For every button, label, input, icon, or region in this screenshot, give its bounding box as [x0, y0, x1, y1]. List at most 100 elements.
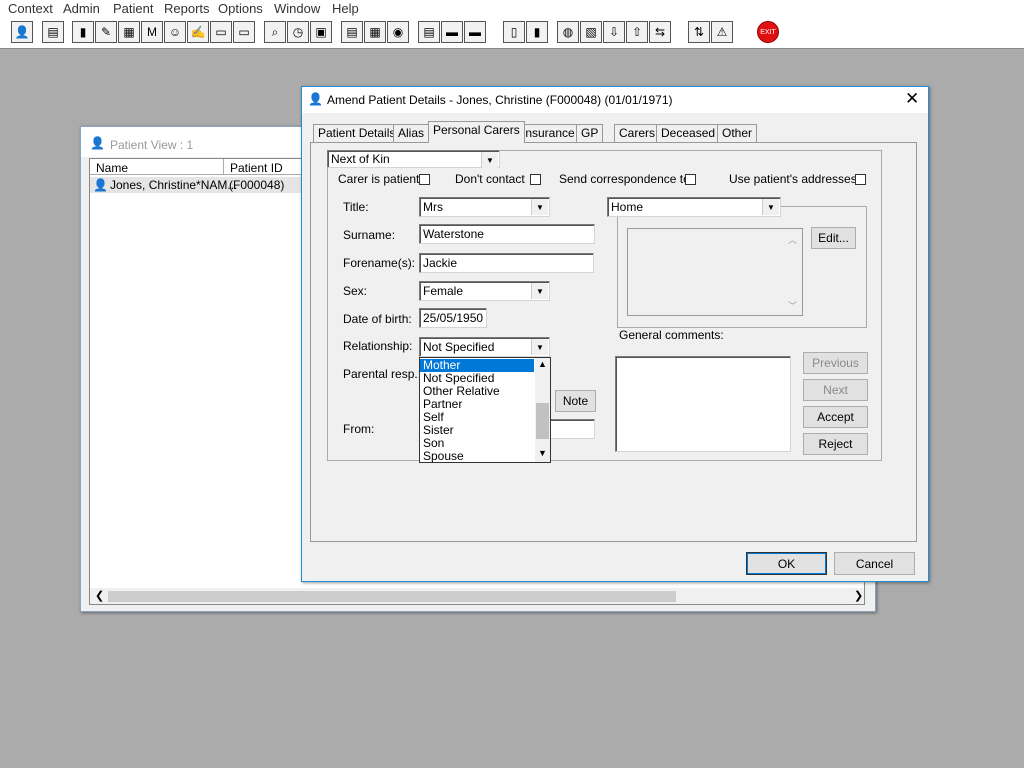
- scroll-left-icon[interactable]: ❮: [95, 589, 104, 602]
- title-select[interactable]: Mrs ▼: [419, 197, 550, 217]
- export-icon[interactable]: ▧: [580, 21, 602, 43]
- previous-button[interactable]: Previous: [803, 352, 868, 374]
- menu-admin[interactable]: Admin: [63, 1, 100, 16]
- dob-label: Date of birth:: [343, 312, 412, 326]
- surname-field[interactable]: Waterstone: [419, 224, 595, 244]
- printer-icon[interactable]: ▤: [42, 21, 64, 43]
- table-row[interactable]: 👤 Jones, Christine*NAM... (F000048): [90, 177, 306, 193]
- address-box: ︿ ﹀: [627, 228, 803, 316]
- globe-icon[interactable]: ◍: [557, 21, 579, 43]
- carer-type-select[interactable]: Next of Kin ▼: [327, 150, 500, 168]
- clock-icon[interactable]: ◷: [287, 21, 309, 43]
- patient-row-icon: 👤: [93, 178, 108, 192]
- tab-patient-details[interactable]: Patient Details: [313, 124, 401, 142]
- note-button[interactable]: Note: [555, 390, 596, 412]
- notes-icon[interactable]: ✎: [95, 21, 117, 43]
- relationship-select[interactable]: Not Specified ▼: [419, 337, 550, 357]
- ambulance-icon[interactable]: ▬: [441, 21, 463, 43]
- warning-icon[interactable]: ⚠: [711, 21, 733, 43]
- horizontal-scrollbar[interactable]: ❮ ❯: [90, 588, 864, 604]
- close-icon[interactable]: ✕: [905, 89, 919, 109]
- chevron-down-icon: ▼: [531, 199, 548, 215]
- globe-check-icon[interactable]: ◉: [387, 21, 409, 43]
- mail-icon[interactable]: M: [141, 21, 163, 43]
- edit-address-button[interactable]: Edit...: [811, 227, 856, 249]
- reject-button[interactable]: Reject: [803, 433, 868, 455]
- chevron-down-icon: ▼: [531, 339, 548, 355]
- surname-label: Surname:: [343, 228, 396, 242]
- tab-other[interactable]: Other: [717, 124, 758, 142]
- menu-window[interactable]: Window: [274, 1, 320, 16]
- column-header-name[interactable]: Name: [90, 159, 224, 175]
- from-label: From:: [343, 422, 375, 436]
- chevron-down-icon[interactable]: ﹀: [788, 299, 797, 312]
- scrollbar-thumb[interactable]: [108, 591, 676, 602]
- forename-field[interactable]: Jackie: [419, 253, 594, 273]
- next-button[interactable]: Next: [803, 379, 868, 401]
- chevron-up-icon[interactable]: ︿: [788, 233, 797, 246]
- edit-icon[interactable]: ▦: [118, 21, 140, 43]
- use-patient-addresses-label: Use patient's addresses: [729, 172, 857, 186]
- toolbar: 👤 ▤ ▮ ✎ ▦ M ☺ ✍ ▭ ▭ ⌕ ◷ ▣ ▤ ▦ ◉ ▤ ▬ ▬ ▯ …: [0, 18, 1024, 49]
- transfer-alt-icon[interactable]: ⇅: [688, 21, 710, 43]
- id-card-icon[interactable]: ▤: [341, 21, 363, 43]
- tab-personal-carers[interactable]: Personal Carers: [428, 121, 525, 143]
- tab-insurance[interactable]: Insurance: [517, 124, 580, 142]
- send-correspondence-label: Send correspondence to: [559, 172, 690, 186]
- menu-options[interactable]: Options: [218, 1, 263, 16]
- calendar-icon[interactable]: ▦: [364, 21, 386, 43]
- download-icon[interactable]: ⇩: [603, 21, 625, 43]
- tab-gp[interactable]: GP: [576, 124, 604, 142]
- dialog-patient-icon: 👤: [308, 92, 323, 106]
- address-type-select[interactable]: Home ▼: [607, 197, 781, 217]
- tab-deceased[interactable]: Deceased: [656, 124, 721, 142]
- use-patient-addresses-checkbox[interactable]: [855, 174, 866, 185]
- menu-reports[interactable]: Reports: [164, 1, 210, 16]
- car-alt-icon[interactable]: ▭: [233, 21, 255, 43]
- relationship-dropdown-list[interactable]: Mother Not Specified Other Relative Part…: [419, 357, 551, 463]
- dob-field[interactable]: 25/05/1950: [419, 308, 487, 328]
- dialog-title: Amend Patient Details - Jones, Christine…: [327, 93, 673, 107]
- parental-resp-label: Parental resp.:: [343, 367, 422, 381]
- tab-alias[interactable]: Alias: [393, 124, 430, 142]
- accept-button[interactable]: Accept: [803, 406, 868, 428]
- dont-contact-checkbox[interactable]: [530, 174, 541, 185]
- ambulance-alt-icon[interactable]: ▬: [464, 21, 486, 43]
- transfer-icon[interactable]: ⇆: [649, 21, 671, 43]
- patient-icon[interactable]: 👤: [11, 21, 33, 43]
- send-correspondence-checkbox[interactable]: [685, 174, 696, 185]
- dont-contact-label: Don't contact: [455, 172, 525, 186]
- upload-icon[interactable]: ⇧: [626, 21, 648, 43]
- chart-icon[interactable]: ▮: [526, 21, 548, 43]
- sex-select[interactable]: Female ▼: [419, 281, 550, 301]
- doctor-icon[interactable]: ☺: [164, 21, 186, 43]
- document-icon[interactable]: ▤: [418, 21, 440, 43]
- monitor-icon[interactable]: ▣: [310, 21, 332, 43]
- relationship-options: Mother Not Specified Other Relative Part…: [420, 359, 534, 463]
- chevron-down-icon: ▼: [531, 283, 548, 299]
- tab-carers[interactable]: Carers: [614, 124, 661, 142]
- car-icon[interactable]: ▭: [210, 21, 232, 43]
- scroll-right-icon[interactable]: ❯: [854, 589, 863, 602]
- patient-view-icon: 👤: [90, 136, 105, 150]
- dropdown-scrollbar-thumb[interactable]: [536, 403, 549, 439]
- carer-is-patient-checkbox[interactable]: [419, 174, 430, 185]
- pen-icon[interactable]: ✍: [187, 21, 209, 43]
- title-label: Title:: [343, 200, 369, 214]
- ok-button[interactable]: OK: [746, 552, 827, 575]
- book-icon[interactable]: ▮: [72, 21, 94, 43]
- search-icon[interactable]: ⌕: [264, 21, 286, 43]
- dropdown-scrollbar[interactable]: ▲ ▼: [535, 358, 550, 462]
- general-comments-field[interactable]: [615, 356, 791, 452]
- chevron-down-icon[interactable]: ▼: [538, 448, 547, 458]
- column-header-patient-id[interactable]: Patient ID: [224, 159, 306, 175]
- menu-patient[interactable]: Patient: [113, 1, 153, 16]
- menu-context[interactable]: Context: [8, 1, 53, 16]
- menu-help[interactable]: Help: [332, 1, 359, 16]
- chevron-down-icon: ▼: [762, 199, 779, 215]
- page-icon[interactable]: ▯: [503, 21, 525, 43]
- chevron-up-icon[interactable]: ▲: [538, 359, 547, 369]
- cancel-button[interactable]: Cancel: [834, 552, 915, 575]
- option-spouse[interactable]: Spouse: [420, 450, 534, 463]
- exit-icon[interactable]: EXIT: [757, 21, 779, 43]
